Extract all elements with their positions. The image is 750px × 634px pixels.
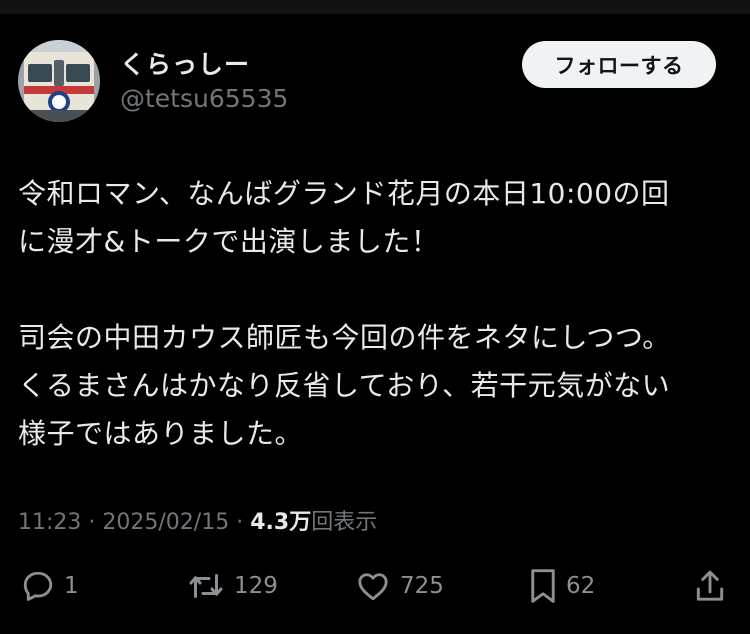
- follow-button[interactable]: フォローする: [522, 41, 716, 88]
- tweet-text: 令和ロマン、なんばグランド花月の本日10:00の回 に漫才&トークで出演しました…: [18, 170, 738, 458]
- action-bar: 1 129 725 62: [0, 562, 750, 610]
- top-edge-strip: [0, 0, 750, 14]
- views-count[interactable]: 4.3万: [250, 510, 311, 535]
- avatar[interactable]: [18, 40, 100, 122]
- reply-count: 1: [64, 573, 79, 599]
- tweet-date[interactable]: 2025/02/15: [102, 510, 229, 535]
- retweet-count: 129: [234, 573, 278, 599]
- reply-icon: [23, 571, 53, 601]
- tweet-line: に漫才&トークで出演しました！: [18, 225, 440, 258]
- share-icon: [696, 570, 724, 601]
- display-name[interactable]: くらっしー: [120, 45, 250, 81]
- reply-button[interactable]: 1: [20, 562, 79, 610]
- bookmark-icon: [531, 569, 555, 603]
- tweet-line: 司会の中田カウス師匠も今回の件をネタにしつつ。: [18, 321, 671, 354]
- tweet-line: くるまさんはかなり反省しており、若干元気がない: [18, 369, 671, 402]
- meta-separator: ·: [88, 510, 96, 535]
- bookmark-count: 62: [566, 573, 596, 599]
- train-avatar-icon: [18, 40, 100, 122]
- tweet-line: 様子ではありました。: [18, 417, 304, 450]
- tweet-line: 令和ロマン、なんばグランド花月の本日10:00の回: [18, 177, 670, 210]
- tweet-time[interactable]: 11:23: [18, 510, 81, 535]
- retweet-button[interactable]: 129: [186, 562, 278, 610]
- like-count: 725: [400, 573, 444, 599]
- tweet-meta: 11:23 · 2025/02/15 · 4.3万回表示: [18, 504, 377, 536]
- meta-separator: ·: [236, 510, 244, 535]
- share-button[interactable]: [692, 562, 728, 610]
- views-label: 回表示: [311, 510, 378, 535]
- bookmark-button[interactable]: 62: [528, 562, 595, 610]
- heart-icon: [358, 573, 388, 601]
- user-handle[interactable]: @tetsu65535: [120, 84, 288, 113]
- retweet-icon: [189, 574, 223, 598]
- like-button[interactable]: 725: [354, 562, 444, 610]
